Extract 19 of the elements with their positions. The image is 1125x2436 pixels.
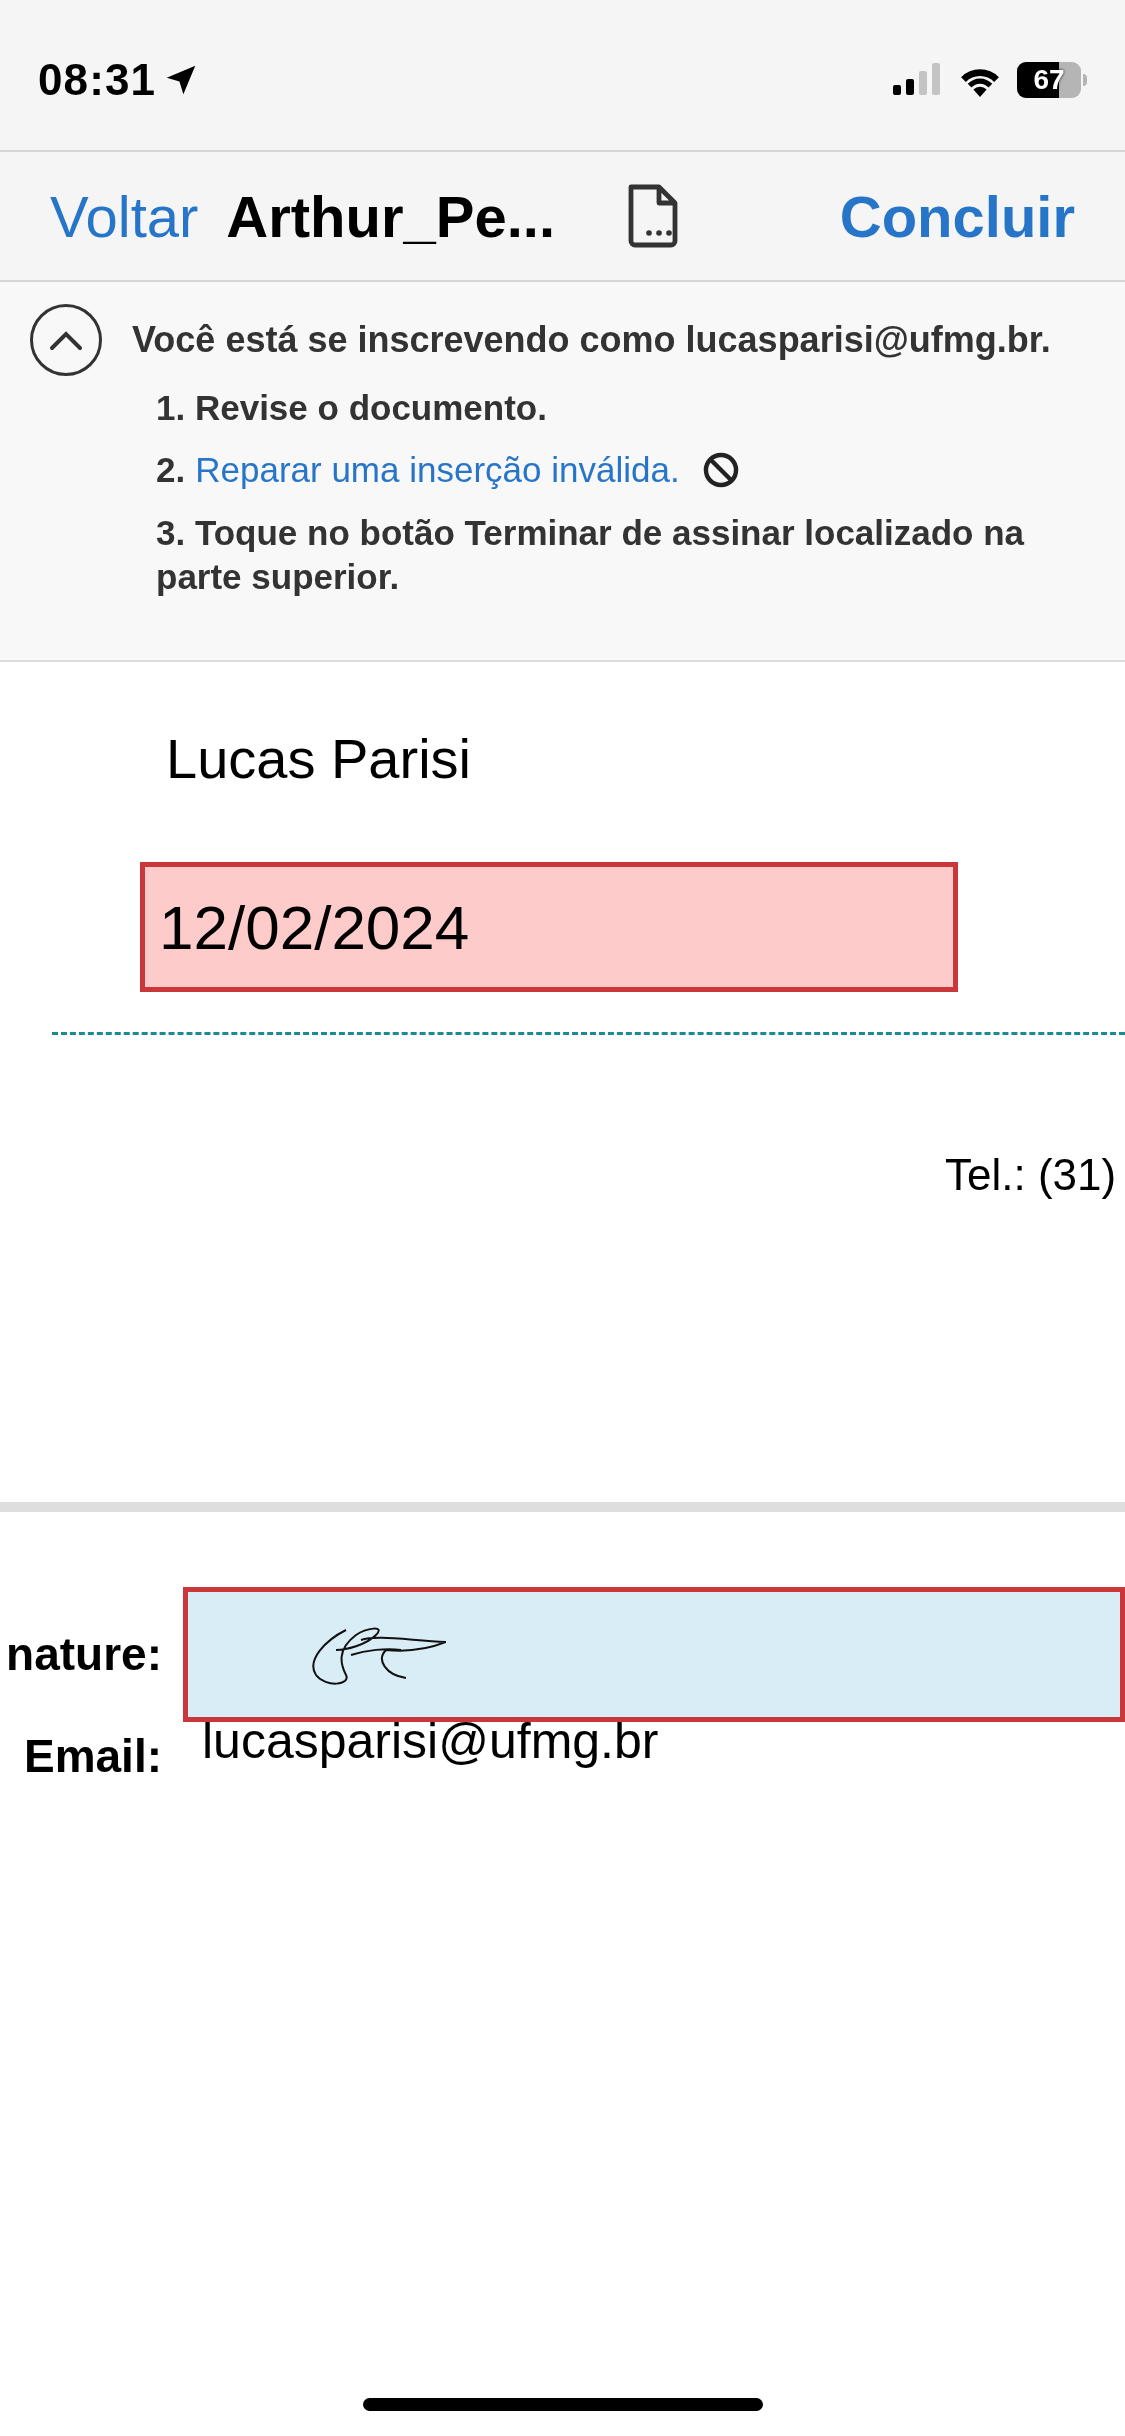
field-label: nature: xyxy=(5,1627,162,1682)
instruction-step: 1. Revise o documento. xyxy=(156,386,547,430)
prohibited-icon xyxy=(701,451,740,490)
signature-field[interactable] xyxy=(183,1587,1125,1722)
back-button[interactable]: Voltar xyxy=(50,172,199,260)
phone-text: Tel.: (31) xyxy=(945,1149,1117,1201)
email-value: lucasparisi@ufmg.br xyxy=(202,1712,659,1771)
done-button[interactable]: Concluir xyxy=(839,172,1075,260)
step-number: 2. xyxy=(156,449,186,491)
signer-notice: Você está se inscrevendo como lucasparisi@ufmg.br. xyxy=(132,318,1051,362)
signer-name: Lucas Parisi xyxy=(166,726,472,792)
instruction-step: 3. Toque no botão Terminar de assinar localizado na parte superior. xyxy=(156,510,1075,599)
signal-icon xyxy=(893,63,943,97)
document-title: Arthur_Pe... xyxy=(226,182,556,251)
date-field[interactable]: 12/02/2024 xyxy=(140,862,958,992)
collapse-button[interactable] xyxy=(30,304,102,376)
repair-link[interactable]: Reparar uma inserção inválida. xyxy=(195,444,680,497)
field-label: Email: xyxy=(22,1729,162,1784)
clock-time: 08:31 xyxy=(38,54,157,106)
